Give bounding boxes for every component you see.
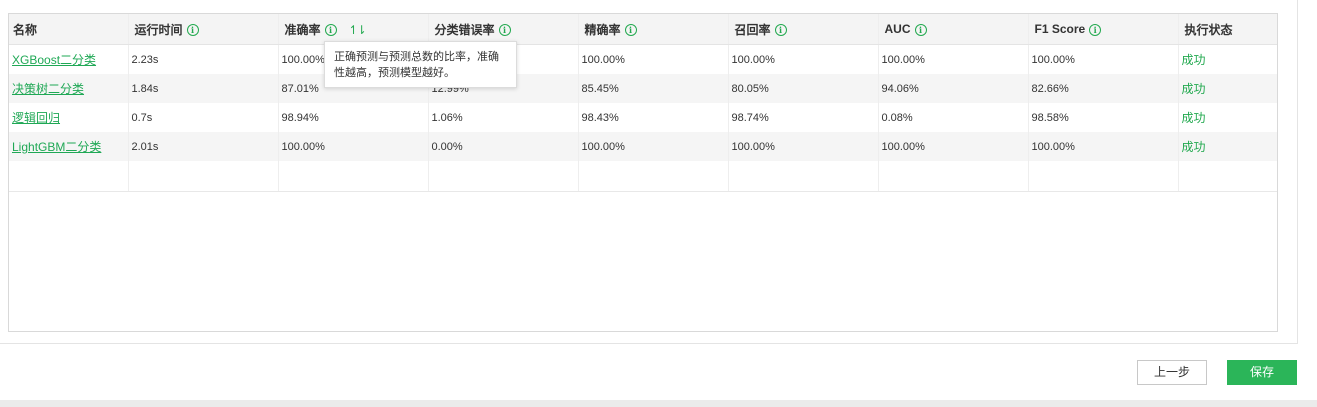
bottom-scrollbar-track — [0, 400, 1317, 407]
info-icon[interactable]: i — [324, 24, 337, 37]
model-name-link[interactable]: LightGBM二分类 — [12, 140, 101, 154]
cell-auc: 100.00% — [878, 132, 1029, 161]
column-header-f1-score: F1 Score i — [1028, 14, 1179, 45]
accuracy-tooltip: 正确预测与预测总数的比率，准确性越高，预测模型越好。 — [324, 41, 517, 88]
cell-f1-score: 100.00% — [1028, 44, 1179, 74]
column-header-recall: 召回率 i — [728, 14, 879, 45]
empty-cell — [1178, 161, 1277, 192]
cell-auc: 94.06% — [878, 74, 1029, 103]
footer-actions: 上一步 保存 — [0, 344, 1317, 400]
cell-f1-score: 98.58% — [1028, 103, 1179, 132]
cell-runtime: 1.84s — [128, 74, 279, 103]
empty-cell — [128, 161, 279, 192]
table-row: 决策树二分类 1.84s 87.01% 12.99% 85.45% 80.05%… — [9, 74, 1277, 103]
column-header-error-rate: 分类错误率 i — [428, 14, 579, 45]
info-icon[interactable]: i — [624, 24, 637, 37]
cell-error-rate: 1.06% — [428, 103, 579, 132]
info-icon[interactable]: i — [774, 24, 787, 37]
info-icon[interactable]: i — [498, 24, 511, 37]
cell-status: 成功 — [1178, 132, 1277, 161]
cell-recall: 100.00% — [728, 44, 879, 74]
model-results-panel: 名称 运行时间 i 准确率 i ↿⇂ 分类错误率 i 精确率 i 召回率 i A… — [0, 0, 1298, 344]
cell-auc: 100.00% — [878, 44, 1029, 74]
empty-cell — [728, 161, 879, 192]
status-badge: 成功 — [1181, 140, 1206, 154]
cell-accuracy: 98.94% — [278, 103, 429, 132]
empty-cell — [578, 161, 729, 192]
status-badge: 成功 — [1181, 111, 1206, 125]
column-header-auc: AUC i — [878, 14, 1029, 45]
cell-name: XGBoost二分类 — [9, 44, 129, 74]
empty-cell — [428, 161, 579, 192]
column-header-label: AUC — [884, 22, 911, 36]
model-name-link[interactable]: 逻辑回归 — [12, 111, 60, 125]
cell-runtime: 2.23s — [128, 44, 279, 74]
empty-cell — [278, 161, 429, 192]
info-icon[interactable]: i — [186, 24, 199, 37]
cell-precision: 100.00% — [578, 132, 729, 161]
tooltip-text: 正确预测与预测总数的比率，准确性越高，预测模型越好。 — [334, 51, 499, 79]
cell-recall: 100.00% — [728, 132, 879, 161]
column-header-accuracy: 准确率 i ↿⇂ — [278, 14, 429, 45]
column-header-label: F1 Score — [1034, 22, 1086, 36]
column-header-name: 名称 — [9, 14, 129, 45]
cell-recall: 80.05% — [728, 74, 879, 103]
results-table-container: 名称 运行时间 i 准确率 i ↿⇂ 分类错误率 i 精确率 i 召回率 i A… — [8, 13, 1278, 332]
cell-name: 决策树二分类 — [9, 74, 129, 103]
column-header-status: 执行状态 — [1178, 14, 1277, 45]
column-header-label: 分类错误率 — [434, 22, 495, 37]
cell-error-rate: 0.00% — [428, 132, 579, 161]
cell-precision: 100.00% — [578, 44, 729, 74]
cell-accuracy: 100.00% — [278, 132, 429, 161]
column-header-label: 名称 — [13, 22, 38, 37]
info-icon[interactable]: i — [1089, 23, 1102, 36]
table-row: 逻辑回归 0.7s 98.94% 1.06% 98.43% 98.74% 0.0… — [9, 103, 1277, 132]
empty-cell — [1028, 161, 1179, 192]
table-header-row: 名称 运行时间 i 准确率 i ↿⇂ 分类错误率 i 精确率 i 召回率 i A… — [9, 14, 1277, 45]
column-header-label: 召回率 — [734, 22, 771, 37]
results-table: 名称 运行时间 i 准确率 i ↿⇂ 分类错误率 i 精确率 i 召回率 i A… — [9, 14, 1277, 192]
cell-name: 逻辑回归 — [9, 103, 129, 132]
cell-status: 成功 — [1178, 103, 1277, 132]
cell-precision: 85.45% — [578, 74, 729, 103]
table-row: LightGBM二分类 2.01s 100.00% 0.00% 100.00% … — [9, 132, 1277, 161]
sort-icon[interactable]: ↿⇂ — [349, 23, 367, 37]
cell-f1-score: 82.66% — [1028, 74, 1179, 103]
table-empty-row — [9, 161, 1277, 192]
save-button[interactable]: 保存 — [1227, 360, 1297, 385]
column-header-label: 执行状态 — [1184, 22, 1233, 37]
model-name-link[interactable]: 决策树二分类 — [12, 82, 84, 96]
info-icon[interactable]: i — [914, 23, 927, 36]
cell-name: LightGBM二分类 — [9, 132, 129, 161]
empty-cell — [9, 161, 129, 192]
status-badge: 成功 — [1181, 82, 1206, 96]
model-name-link[interactable]: XGBoost二分类 — [12, 53, 96, 67]
status-badge: 成功 — [1181, 53, 1206, 67]
cell-recall: 98.74% — [728, 103, 879, 132]
cell-status: 成功 — [1178, 74, 1277, 103]
cell-f1-score: 100.00% — [1028, 132, 1179, 161]
column-header-runtime: 运行时间 i — [128, 14, 279, 45]
column-header-precision: 精确率 i — [578, 14, 729, 45]
cell-auc: 0.08% — [878, 103, 1029, 132]
cell-runtime: 2.01s — [128, 132, 279, 161]
table-row: XGBoost二分类 2.23s 100.00% 0.00% 100.00% 1… — [9, 44, 1277, 74]
cell-status: 成功 — [1178, 44, 1277, 74]
empty-cell — [878, 161, 1029, 192]
previous-step-button[interactable]: 上一步 — [1137, 360, 1207, 385]
cell-runtime: 0.7s — [128, 103, 279, 132]
column-header-label: 精确率 — [584, 22, 621, 37]
column-header-label: 准确率 — [284, 22, 321, 37]
cell-precision: 98.43% — [578, 103, 729, 132]
column-header-label: 运行时间 — [134, 22, 183, 37]
